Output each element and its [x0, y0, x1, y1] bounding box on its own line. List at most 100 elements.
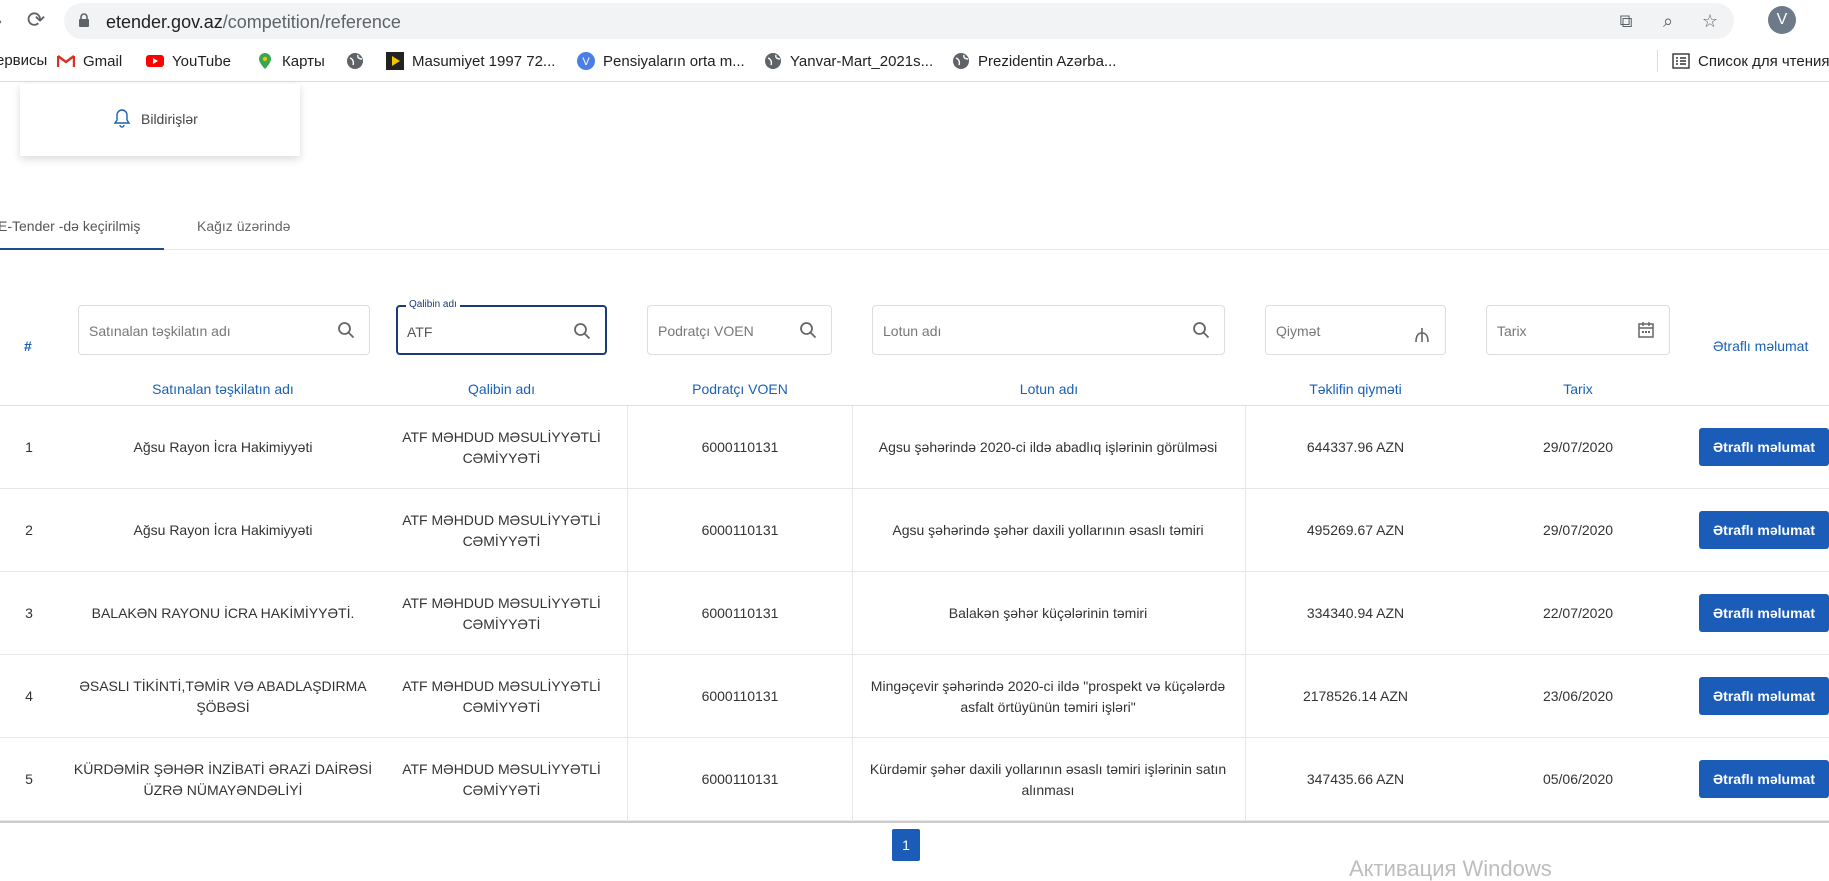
voen-cell: 6000110131	[701, 522, 779, 538]
bookmark-globe[interactable]	[346, 52, 364, 70]
winner-cell: ATF MƏHDUD MƏSULİYYƏTLİ CƏMİYYƏTİ	[402, 428, 601, 466]
bookmark-label: Prezidentin Azərba...	[978, 52, 1117, 70]
reload-icon[interactable]: ⟳	[24, 8, 48, 32]
details-button[interactable]: Ətraflı məlumat	[1699, 677, 1829, 715]
table-row: 3 BALAKƏN RAYONU İCRA HAKİMİYYƏTİ. ATF M…	[0, 572, 1829, 655]
col-price: Təklifin qiyməti	[1309, 381, 1402, 397]
column-divider	[852, 572, 853, 655]
reading-list[interactable]: Список для чтения	[1672, 52, 1829, 70]
details-column-header: Ətraflı məlumat	[1713, 338, 1809, 354]
search-icon[interactable]	[1192, 321, 1210, 339]
voen-cell: 6000110131	[701, 439, 779, 455]
address-bar[interactable]: etender.gov.az/competition/reference ⧉ ⌕…	[64, 3, 1734, 39]
date-cell: 29/07/2020	[1542, 439, 1614, 455]
bookmark-masumiyet[interactable]: Masumiyet 1997 72...	[386, 52, 555, 70]
date-cell: 22/07/2020	[1542, 605, 1614, 621]
globe-icon	[765, 53, 781, 69]
forward-icon[interactable]: ›	[0, 11, 10, 31]
bell-icon	[113, 109, 131, 128]
calendar-icon[interactable]	[1637, 321, 1655, 339]
column-divider	[852, 406, 853, 489]
column-divider	[852, 489, 853, 572]
row-number: 3	[25, 605, 33, 621]
bookmark-prezident[interactable]: Prezidentin Azərba...	[952, 52, 1116, 70]
details-button[interactable]: Ətraflı məlumat	[1699, 760, 1829, 798]
translate-icon[interactable]: ⧉	[1614, 9, 1638, 33]
org-cell: Ağsu Rayon İcra Hakimiyyəti	[133, 522, 313, 538]
search-icon[interactable]	[573, 322, 591, 340]
col-date: Tarix	[1563, 381, 1593, 397]
globe-icon	[953, 53, 969, 69]
tab-paper[interactable]: Kağız üzərində	[197, 218, 290, 234]
bookmark-label: Pensiyaların orta m...	[603, 52, 745, 70]
v-circle-icon: V	[577, 52, 595, 70]
org-cell: KÜRDƏMİR ŞƏHƏR İNZİBATİ ƏRAZİ DAİRƏSİ ÜZ…	[73, 760, 373, 798]
details-button[interactable]: Ətraflı məlumat	[1699, 594, 1829, 632]
url-text: etender.gov.az/competition/reference	[106, 12, 401, 33]
lot-cell: Agsu şəhərində şəhər daxili yollarının ə…	[892, 522, 1204, 538]
org-cell: BALAKƏN RAYONU İCRA HAKİMİYYƏTİ.	[91, 605, 355, 621]
price-search-placeholder: Qiymət	[1276, 323, 1321, 339]
globe-icon	[347, 53, 363, 69]
row-number: 4	[25, 688, 33, 704]
column-divider	[852, 738, 853, 821]
bookmark-yanvar[interactable]: Yanvar-Mart_2021s...	[764, 52, 933, 70]
notifications-menu[interactable]: Bildirişlər	[20, 84, 300, 156]
bookmark-pensiya[interactable]: V Pensiyaların orta m...	[577, 52, 745, 70]
svg-text:V: V	[582, 56, 590, 68]
bookmark-separator	[1657, 50, 1658, 72]
row-number: 2	[25, 522, 33, 538]
bookmark-maps[interactable]: Карты	[256, 52, 325, 70]
table-row: 5 KÜRDƏMİR ŞƏHƏR İNZİBATİ ƏRAZİ DAİRƏSİ …	[0, 738, 1829, 821]
bookmark-label: YouTube	[172, 52, 231, 70]
voen-search-input[interactable]: Podratçı VOEN	[647, 305, 832, 355]
lot-cell: Balakən şəhər küçələrinin təmiri	[948, 605, 1148, 621]
reading-list-icon	[1672, 53, 1690, 69]
table-row: 1 Ağsu Rayon İcra Hakimiyyəti ATF MƏHDUD…	[0, 406, 1829, 489]
search-icon[interactable]	[337, 321, 355, 339]
winner-field-label: Qalibin adı	[406, 299, 460, 310]
bookmark-gmail[interactable]: Gmail	[57, 52, 122, 70]
profile-avatar[interactable]: V	[1768, 6, 1796, 34]
details-button[interactable]: Ətraflı məlumat	[1699, 511, 1829, 549]
gmail-icon	[57, 55, 75, 67]
price-cell: 334340.94 AZN	[1306, 605, 1405, 621]
col-org: Satınalan təşkilatın adı	[152, 381, 294, 397]
tab-etender[interactable]: E-Tender -də keçirilmiş	[0, 218, 164, 250]
org-search-input[interactable]: Satınalan təşkilatın adı	[78, 305, 370, 355]
voen-cell: 6000110131	[701, 605, 779, 621]
price-search-input[interactable]: Qiymət	[1265, 305, 1446, 355]
table-row: 2 Ağsu Rayon İcra Hakimiyyəti ATF MƏHDUD…	[0, 489, 1829, 572]
org-cell: Ağsu Rayon İcra Hakimiyyəti	[133, 439, 313, 455]
manat-icon[interactable]	[1413, 326, 1431, 344]
lot-search-input[interactable]: Lotun adı	[872, 305, 1225, 355]
bookmark-youtube[interactable]: YouTube	[146, 52, 231, 70]
star-icon[interactable]: ☆	[1698, 9, 1722, 33]
col-winner: Qalibin adı	[468, 381, 535, 397]
zoom-icon[interactable]: ⌕	[1656, 9, 1680, 33]
winner-cell: ATF MƏHDUD MƏSULİYYƏTLİ CƏMİYYƏTİ	[402, 511, 601, 549]
youtube-icon	[146, 55, 164, 67]
bookmark-label: Yanvar-Mart_2021s...	[790, 52, 934, 70]
date-search-input[interactable]: Tarix	[1486, 305, 1670, 355]
url-path: /competition/reference	[222, 12, 401, 32]
lock-icon	[79, 13, 89, 27]
winner-field-value: ATF	[407, 324, 433, 340]
winner-search-input[interactable]: Qalibin adı ATF	[396, 299, 607, 355]
row-number: 1	[25, 439, 33, 455]
winner-cell: ATF MƏHDUD MƏSULİYYƏTLİ CƏMİYYƏTİ	[402, 594, 601, 632]
details-button[interactable]: Ətraflı məlumat	[1699, 428, 1829, 466]
bookmark-label: Карты	[282, 52, 325, 70]
maps-icon	[259, 53, 271, 69]
bookmark-services[interactable]: ервисы	[0, 52, 47, 69]
search-icon[interactable]	[799, 321, 817, 339]
lot-cell: Mingəçevir şəhərində 2020-ci ildə "prosp…	[870, 677, 1226, 715]
col-lot: Lotun adı	[1019, 381, 1079, 397]
price-cell: 644337.96 AZN	[1306, 439, 1405, 455]
price-cell: 495269.67 AZN	[1306, 522, 1405, 538]
date-cell: 05/06/2020	[1542, 771, 1614, 787]
page-button-current[interactable]: 1	[892, 829, 920, 861]
date-cell: 29/07/2020	[1542, 522, 1614, 538]
address-bar-actions: ⧉ ⌕ ☆	[1614, 9, 1722, 33]
browser-toolbar: › ⟳ etender.gov.az/competition/reference…	[0, 0, 1829, 42]
